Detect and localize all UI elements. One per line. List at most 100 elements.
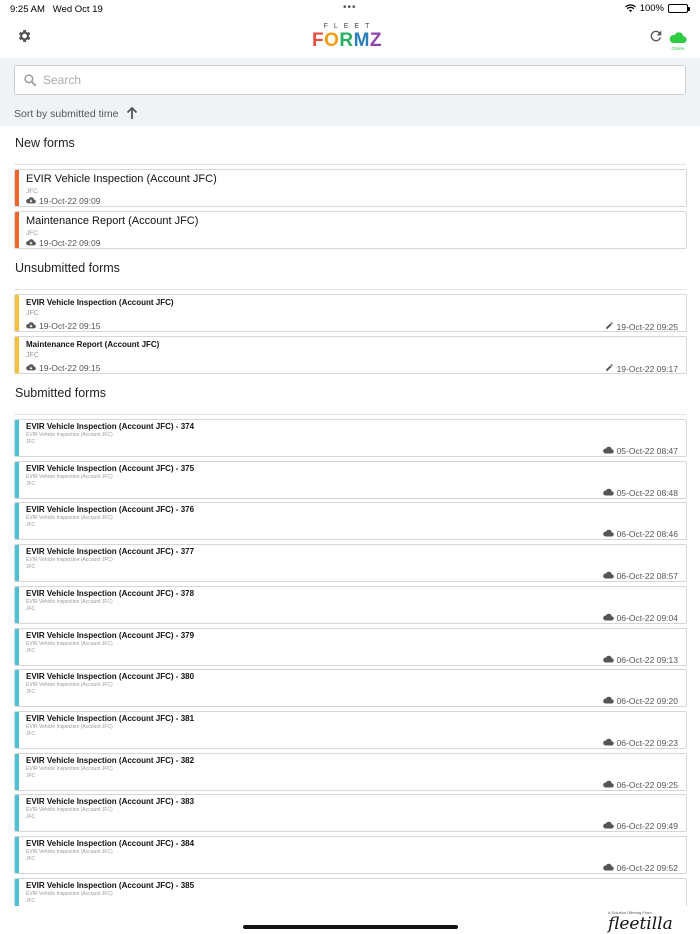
cloud-icon bbox=[602, 821, 614, 831]
cloud-icon bbox=[602, 696, 614, 706]
submitted-form-card[interactable]: EVIR Vehicle Inspection (Account JFC) - … bbox=[14, 460, 687, 499]
status-time: 9:25 AM Wed Oct 19 bbox=[10, 4, 103, 15]
section-divider bbox=[14, 164, 686, 165]
section-divider bbox=[14, 414, 686, 415]
date-text: 06-Oct-22 09:49 bbox=[616, 821, 678, 832]
refresh-icon[interactable] bbox=[648, 28, 664, 44]
cloud-online-icon bbox=[669, 32, 687, 43]
status-bar: 9:25 AM Wed Oct 19 ••• 100% bbox=[0, 0, 700, 18]
submitted-form-card[interactable]: EVIR Vehicle Inspection (Account JFC) - … bbox=[14, 669, 687, 708]
pencil-icon bbox=[605, 363, 614, 373]
submitted-date: 06-Oct-22 09:49 bbox=[602, 821, 678, 832]
logo-letter: F bbox=[311, 30, 325, 51]
new-form-card[interactable]: Maintenance Report (Account JFC) JFC 19-Oc… bbox=[14, 211, 687, 249]
status-bar-accent bbox=[15, 628, 19, 665]
form-name: EVIR Vehicle Inspection (Account JFC) bbox=[26, 432, 113, 438]
form-title: EVIR Vehicle Inspection (Account JFC) - … bbox=[26, 713, 195, 723]
date-text: 06-Oct-22 09:52 bbox=[616, 863, 678, 873]
status-bar-accent bbox=[15, 670, 19, 707]
submitted-form-card[interactable]: EVIR Vehicle Inspection (Account JFC) - … bbox=[14, 710, 687, 749]
cloud-icon bbox=[602, 613, 614, 623]
date-text: 06-Oct-22 09:20 bbox=[616, 696, 678, 707]
new-form-card[interactable]: EVIR Vehicle Inspection (Account JFC) JFC… bbox=[14, 169, 687, 207]
status-bar-accent bbox=[15, 711, 19, 748]
unsubmitted-form-card[interactable]: EVIR Vehicle Inspection (Account JFC) JFC… bbox=[14, 294, 687, 332]
submitted-date: 06-Oct-22 08:46 bbox=[602, 529, 678, 540]
cloud-icon bbox=[602, 446, 614, 456]
form-title: EVIR Vehicle Inspection (Account JFC) - … bbox=[26, 630, 195, 640]
date-text: 06-Oct-22 09:13 bbox=[616, 654, 678, 665]
cloud-icon bbox=[602, 529, 614, 539]
submitted-form-card[interactable]: EVIR Vehicle Inspection (Account JFC) - … bbox=[14, 502, 687, 541]
submitted-date: 06-Oct-22 09:23 bbox=[602, 738, 678, 748]
submitted-form-card[interactable]: EVIR Vehicle Inspection (Account JFC) - … bbox=[14, 836, 687, 874]
submitted-date: 05-Oct-22 08:47 bbox=[602, 446, 678, 456]
form-account: JFC bbox=[26, 352, 39, 359]
search-box[interactable] bbox=[14, 65, 686, 95]
unsubmitted-form-card[interactable]: Maintenance Report (Account JFC) JFC 19-Oc… bbox=[14, 336, 687, 374]
date-text: 06-Oct-22 08:46 bbox=[616, 529, 678, 540]
submitted-date: 06-Oct-22 09:52 bbox=[602, 863, 678, 873]
status-bar-accent bbox=[15, 461, 19, 498]
submitted-date: 06-Oct-22 09:04 bbox=[602, 613, 678, 623]
form-name: EVIR Vehicle Inspection (Account JFC) bbox=[26, 598, 113, 605]
form-title: EVIR Vehicle Inspection (Account JFC) - … bbox=[26, 839, 195, 848]
downloaded-date: 19-Oct-22 09:09 bbox=[26, 238, 100, 248]
form-title: EVIR Vehicle Inspection (Account JFC) bbox=[26, 298, 174, 307]
cloud-download-icon bbox=[26, 238, 36, 248]
date-text: 19-Oct-22 09:17 bbox=[616, 363, 678, 374]
submitted-date: 06-Oct-22 09:13 bbox=[602, 654, 678, 665]
form-account: JFC bbox=[26, 480, 36, 487]
form-title: EVIR Vehicle Inspection (Account JFC) - … bbox=[26, 797, 195, 807]
online-label: Online bbox=[671, 46, 685, 51]
form-account: JFC bbox=[26, 310, 39, 317]
sort-toggle[interactable]: Sort by submitted time bbox=[14, 107, 138, 120]
downloaded-date: 19-Oct-22 09:09 bbox=[26, 196, 100, 206]
submitted-form-card[interactable]: EVIR Vehicle Inspection (Account JFC) - … bbox=[14, 419, 687, 457]
gear-icon[interactable] bbox=[16, 28, 32, 44]
submitted-form-card[interactable]: EVIR Vehicle Inspection (Account JFC) - … bbox=[14, 752, 687, 791]
date-text: 19-Oct-22 09:15 bbox=[39, 321, 101, 331]
form-account: JFC bbox=[26, 856, 36, 862]
form-account: JFC bbox=[26, 230, 38, 237]
status-bar-accent bbox=[15, 212, 19, 248]
status-bar-accent bbox=[15, 295, 19, 331]
section-title-submitted: Submitted forms bbox=[15, 386, 107, 400]
sync-status[interactable]: Online bbox=[669, 30, 687, 51]
edited-date: 19-Oct-22 09:25 bbox=[605, 321, 678, 331]
status-bar-accent bbox=[15, 170, 19, 206]
sort-label: Sort by submitted time bbox=[14, 107, 119, 120]
form-name: EVIR Vehicle Inspection (Account JFC) bbox=[26, 723, 113, 730]
form-title: EVIR Vehicle Inspection (Account JFC) - … bbox=[26, 672, 195, 682]
section-title-new: New forms bbox=[15, 136, 75, 150]
form-name: EVIR Vehicle Inspection (Account JFC) bbox=[26, 557, 113, 564]
cloud-icon bbox=[602, 488, 614, 498]
form-name: EVIR Vehicle Inspection (Account JFC) bbox=[26, 890, 113, 897]
status-bar-accent bbox=[15, 795, 19, 832]
form-name: EVIR Vehicle Inspection (Account JFC) bbox=[26, 682, 113, 689]
arrow-up-icon[interactable] bbox=[126, 107, 138, 120]
search-input[interactable] bbox=[43, 70, 663, 90]
cloud-download-icon bbox=[26, 196, 36, 206]
form-account: JFC bbox=[26, 522, 36, 529]
form-title: EVIR Vehicle Inspection (Account JFC) - … bbox=[26, 547, 195, 557]
status-bar-accent bbox=[15, 337, 19, 373]
date-text: 06-Oct-22 08:57 bbox=[616, 571, 678, 582]
submitted-form-card[interactable]: EVIR Vehicle Inspection (Account JFC) - … bbox=[14, 794, 687, 833]
submitted-form-card[interactable]: EVIR Vehicle Inspection (Account JFC) - … bbox=[14, 585, 687, 624]
form-title: EVIR Vehicle Inspection (Account JFC) - … bbox=[26, 755, 195, 765]
cloud-icon bbox=[602, 780, 614, 790]
status-bar-accent bbox=[15, 837, 19, 873]
multitasking-dots[interactable]: ••• bbox=[343, 2, 357, 13]
submitted-form-card[interactable]: EVIR Vehicle Inspection (Account JFC) - … bbox=[14, 544, 687, 583]
status-bar-accent bbox=[15, 586, 19, 623]
status-bar-accent bbox=[15, 753, 19, 790]
downloaded-date: 19-Oct-22 09:15 bbox=[26, 321, 100, 331]
cloud-download-icon bbox=[26, 321, 36, 331]
cloud-icon bbox=[602, 571, 614, 581]
submitted-form-card[interactable]: EVIR Vehicle Inspection (Account JFC) - … bbox=[14, 627, 687, 666]
app-bar: FLEET FORMZ Online bbox=[0, 18, 700, 58]
form-account: JFC bbox=[26, 188, 38, 195]
form-title: Maintenance Report (Account JFC) bbox=[26, 215, 199, 227]
home-indicator[interactable] bbox=[243, 925, 458, 929]
